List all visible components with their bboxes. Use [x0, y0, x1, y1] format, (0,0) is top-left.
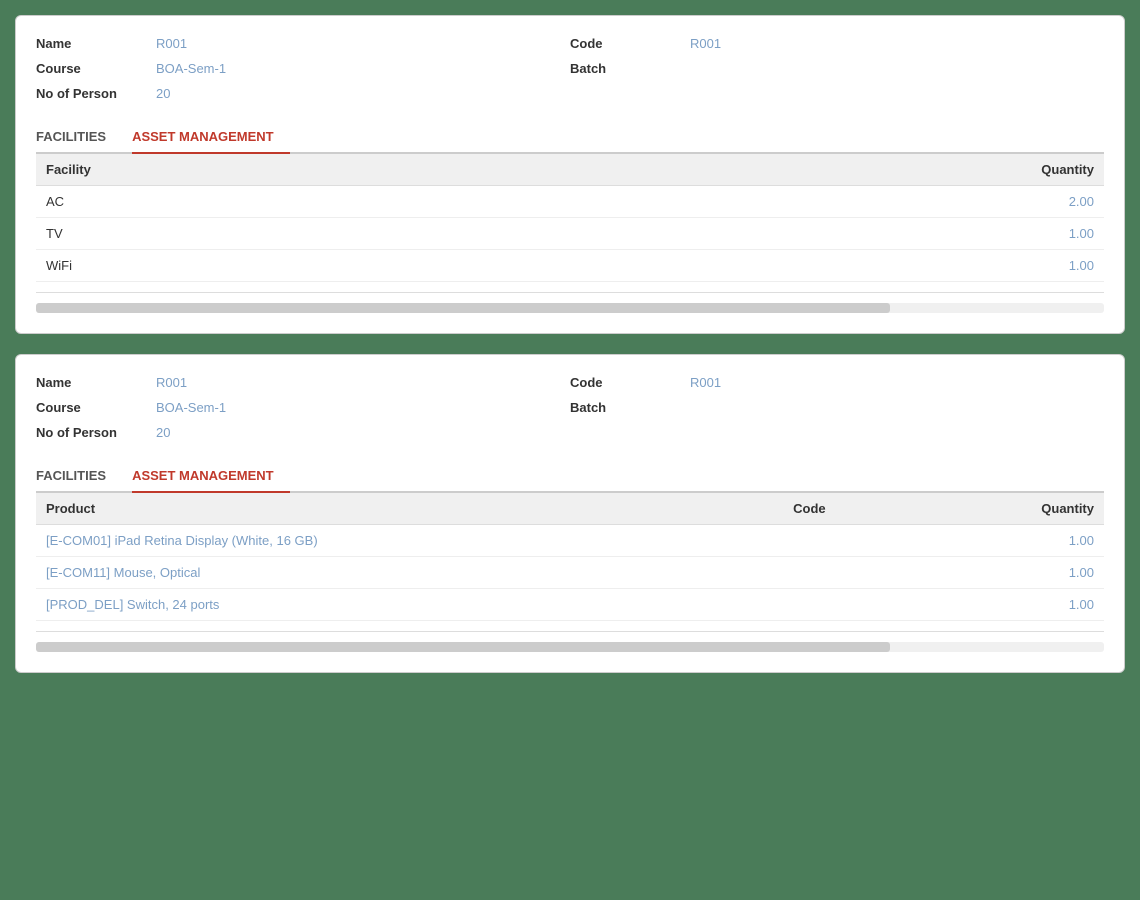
- card2-batch-label: Batch: [570, 400, 690, 415]
- card2-code-mouse: [783, 557, 917, 589]
- card2-code-value: R001: [690, 375, 721, 390]
- card2-course-value: BOA-Sem-1: [156, 400, 226, 415]
- card2-product-ipad: [E-COM01] iPad Retina Display (White, 16…: [36, 525, 783, 557]
- card1-divider: [36, 292, 1104, 293]
- card1-row-wifi: WiFi 1.00: [36, 250, 1104, 282]
- card2-qty-switch: 1.00: [918, 589, 1104, 621]
- card2-col-code: Code: [783, 493, 917, 525]
- card-1: Name R001 Course BOA-Sem-1 No of Person …: [15, 15, 1125, 334]
- card1-table-header: Facility Quantity: [36, 154, 1104, 186]
- card1-facility-ac: AC: [36, 186, 539, 218]
- card1-row-tv: TV 1.00: [36, 218, 1104, 250]
- card2-qty-mouse: 1.00: [918, 557, 1104, 589]
- card1-qty-ac: 2.00: [539, 186, 1104, 218]
- card2-row-switch: [PROD_DEL] Switch, 24 ports 1.00: [36, 589, 1104, 621]
- card1-header-row: Facility Quantity: [36, 154, 1104, 186]
- card2-right-fields: Code R001 Batch: [570, 375, 1104, 440]
- card1-name-label: Name: [36, 36, 156, 51]
- card2-code-ipad: [783, 525, 917, 557]
- card2-info-grid: Name R001 Course BOA-Sem-1 No of Person …: [36, 375, 1104, 440]
- card1-facility-tv: TV: [36, 218, 539, 250]
- card2-code-switch: [783, 589, 917, 621]
- card2-scrollbar[interactable]: [36, 642, 1104, 652]
- card2-code-row: Code R001: [570, 375, 1104, 390]
- card2-code-label: Code: [570, 375, 690, 390]
- card1-table-body: AC 2.00 TV 1.00 WiFi 1.00: [36, 186, 1104, 282]
- card1-name-value: R001: [156, 36, 187, 51]
- card1-right-fields: Code R001 Batch: [570, 36, 1104, 101]
- card1-code-row: Code R001: [570, 36, 1104, 51]
- card1-qty-tv: 1.00: [539, 218, 1104, 250]
- card1-code-value: R001: [690, 36, 721, 51]
- card2-noperson-row: No of Person 20: [36, 425, 570, 440]
- card1-noperson-value: 20: [156, 86, 170, 101]
- card2-noperson-label: No of Person: [36, 425, 156, 440]
- card2-course-label: Course: [36, 400, 156, 415]
- tab-card1-facilities[interactable]: FACILITIES: [36, 121, 122, 152]
- card2-qty-ipad: 1.00: [918, 525, 1104, 557]
- card1-col-quantity: Quantity: [539, 154, 1104, 186]
- card2-divider: [36, 631, 1104, 632]
- card2-row-ipad: [E-COM01] iPad Retina Display (White, 16…: [36, 525, 1104, 557]
- card2-table-header: Product Code Quantity: [36, 493, 1104, 525]
- card2-table: Product Code Quantity [E-COM01] iPad Ret…: [36, 493, 1104, 621]
- card2-header-row: Product Code Quantity: [36, 493, 1104, 525]
- card2-noperson-value: 20: [156, 425, 170, 440]
- card1-name-row: Name R001: [36, 36, 570, 51]
- card2-table-body: [E-COM01] iPad Retina Display (White, 16…: [36, 525, 1104, 621]
- card1-info-grid: Name R001 Course BOA-Sem-1 No of Person …: [36, 36, 1104, 101]
- card2-tabs: FACILITIES ASSET MANAGEMENT: [36, 460, 1104, 493]
- card2-col-quantity: Quantity: [918, 493, 1104, 525]
- card1-row-ac: AC 2.00: [36, 186, 1104, 218]
- card1-course-value: BOA-Sem-1: [156, 61, 226, 76]
- card1-col-facility: Facility: [36, 154, 539, 186]
- card1-scrollbar-thumb: [36, 303, 890, 313]
- card2-name-label: Name: [36, 375, 156, 390]
- card2-name-value: R001: [156, 375, 187, 390]
- card1-scrollbar[interactable]: [36, 303, 1104, 313]
- card1-qty-wifi: 1.00: [539, 250, 1104, 282]
- card2-scrollbar-thumb: [36, 642, 890, 652]
- card1-tabs: FACILITIES ASSET MANAGEMENT: [36, 121, 1104, 154]
- card1-left-fields: Name R001 Course BOA-Sem-1 No of Person …: [36, 36, 570, 101]
- card1-facility-wifi: WiFi: [36, 250, 539, 282]
- tab-card1-asset-management[interactable]: ASSET MANAGEMENT: [132, 121, 290, 154]
- card2-name-row: Name R001: [36, 375, 570, 390]
- card2-row-mouse: [E-COM11] Mouse, Optical 1.00: [36, 557, 1104, 589]
- card1-table: Facility Quantity AC 2.00 TV 1.00 WiFi 1…: [36, 154, 1104, 282]
- card1-batch-label: Batch: [570, 61, 690, 76]
- card-2: Name R001 Course BOA-Sem-1 No of Person …: [15, 354, 1125, 673]
- card1-code-label: Code: [570, 36, 690, 51]
- tab-card2-facilities[interactable]: FACILITIES: [36, 460, 122, 491]
- card2-course-row: Course BOA-Sem-1: [36, 400, 570, 415]
- card1-noperson-label: No of Person: [36, 86, 156, 101]
- card2-product-switch: [PROD_DEL] Switch, 24 ports: [36, 589, 783, 621]
- card2-col-product: Product: [36, 493, 783, 525]
- card1-noperson-row: No of Person 20: [36, 86, 570, 101]
- card2-batch-row: Batch: [570, 400, 1104, 415]
- card2-product-mouse: [E-COM11] Mouse, Optical: [36, 557, 783, 589]
- card2-left-fields: Name R001 Course BOA-Sem-1 No of Person …: [36, 375, 570, 440]
- card1-course-row: Course BOA-Sem-1: [36, 61, 570, 76]
- card1-course-label: Course: [36, 61, 156, 76]
- tab-card2-asset-management[interactable]: ASSET MANAGEMENT: [132, 460, 290, 493]
- card1-batch-row: Batch: [570, 61, 1104, 76]
